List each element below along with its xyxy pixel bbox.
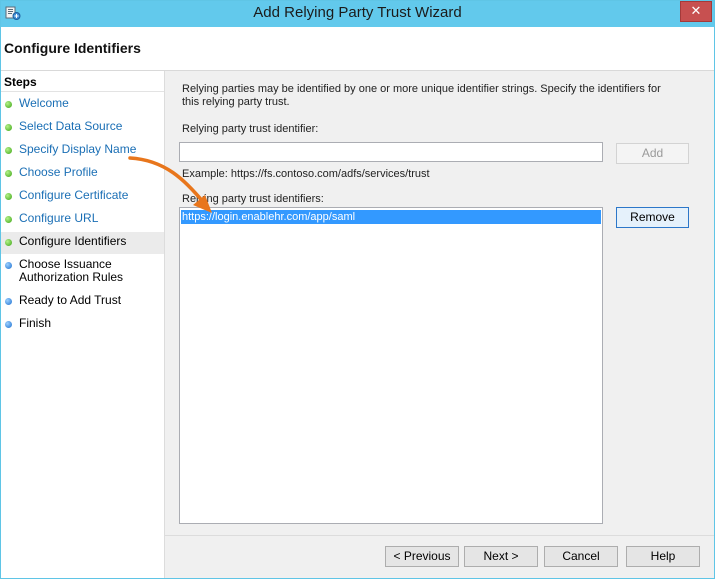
close-button[interactable]: ✕ bbox=[680, 1, 712, 22]
step-label: Select Data Source bbox=[19, 119, 123, 133]
step-specify-display-name[interactable]: Specify Display Name bbox=[1, 140, 164, 162]
previous-button[interactable]: < Previous bbox=[385, 546, 459, 567]
step-label: Welcome bbox=[19, 96, 69, 110]
remove-button[interactable]: Remove bbox=[616, 207, 689, 228]
step-choose-issuance-authorization-rules: Choose Issuance Authorization Rules bbox=[1, 255, 164, 289]
page-header: Configure Identifiers bbox=[1, 27, 714, 71]
wizard-window: Add Relying Party Trust Wizard ✕ Configu… bbox=[0, 0, 715, 579]
content-panel: Relying parties may be identified by one… bbox=[165, 71, 714, 578]
step-complete-dot-icon bbox=[5, 170, 12, 177]
footer-divider bbox=[165, 535, 714, 536]
step-pending-dot-icon bbox=[5, 262, 12, 269]
step-complete-dot-icon bbox=[5, 124, 12, 131]
identifier-input[interactable] bbox=[179, 142, 603, 162]
step-label: Configure URL bbox=[19, 211, 99, 225]
step-welcome[interactable]: Welcome bbox=[1, 94, 164, 116]
step-label-line2: Authorization Rules bbox=[19, 270, 124, 284]
identifier-field-label: Relying party trust identifier: bbox=[182, 123, 319, 135]
step-label: Choose Issuance Authorization Rules bbox=[19, 258, 123, 284]
steps-panel: Steps Welcome Select Data Source Specify… bbox=[1, 71, 165, 578]
step-label: Specify Display Name bbox=[19, 142, 137, 156]
step-label-line1: Choose Issuance bbox=[19, 257, 112, 271]
add-button[interactable]: Add bbox=[616, 143, 689, 164]
steps-title: Steps bbox=[4, 75, 37, 89]
step-label: Configure Certificate bbox=[19, 188, 129, 202]
step-pending-dot-icon bbox=[5, 321, 12, 328]
page-title: Configure Identifiers bbox=[4, 40, 141, 56]
help-button[interactable]: Help bbox=[626, 546, 700, 567]
step-configure-identifiers: Configure Identifiers bbox=[1, 232, 164, 254]
step-ready-to-add-trust: Ready to Add Trust bbox=[1, 291, 164, 313]
step-configure-certificate[interactable]: Configure Certificate bbox=[1, 186, 164, 208]
next-button[interactable]: Next > bbox=[464, 546, 538, 567]
step-complete-dot-icon bbox=[5, 193, 12, 200]
step-select-data-source[interactable]: Select Data Source bbox=[1, 117, 164, 139]
cancel-button[interactable]: Cancel bbox=[544, 546, 618, 567]
step-complete-dot-icon bbox=[5, 101, 12, 108]
step-complete-dot-icon bbox=[5, 147, 12, 154]
close-icon: ✕ bbox=[690, 3, 702, 18]
step-label: Choose Profile bbox=[19, 165, 98, 179]
step-pending-dot-icon bbox=[5, 298, 12, 305]
step-configure-url[interactable]: Configure URL bbox=[1, 209, 164, 231]
identifiers-list-label: Relying party trust identifiers: bbox=[182, 193, 324, 205]
step-current-dot-icon bbox=[5, 239, 12, 246]
steps-divider bbox=[1, 91, 164, 92]
window-title: Add Relying Party Trust Wizard bbox=[253, 4, 462, 21]
step-complete-dot-icon bbox=[5, 216, 12, 223]
step-finish: Finish bbox=[1, 314, 164, 336]
step-label: Configure Identifiers bbox=[19, 234, 127, 248]
step-choose-profile[interactable]: Choose Profile bbox=[1, 163, 164, 185]
list-item[interactable]: https://login.enablehr.com/app/saml bbox=[181, 210, 601, 224]
step-label: Ready to Add Trust bbox=[19, 293, 122, 307]
title-bar[interactable]: Add Relying Party Trust Wizard ✕ bbox=[1, 1, 714, 27]
identifier-entry-text: https://login.enablehr.com/app/saml bbox=[182, 211, 356, 223]
identifiers-listbox[interactable]: https://login.enablehr.com/app/saml bbox=[179, 207, 603, 524]
instructions-text: Relying parties may be identified by one… bbox=[182, 83, 661, 108]
step-label: Finish bbox=[19, 316, 52, 330]
example-text: Example: https://fs.contoso.com/adfs/ser… bbox=[182, 168, 430, 180]
